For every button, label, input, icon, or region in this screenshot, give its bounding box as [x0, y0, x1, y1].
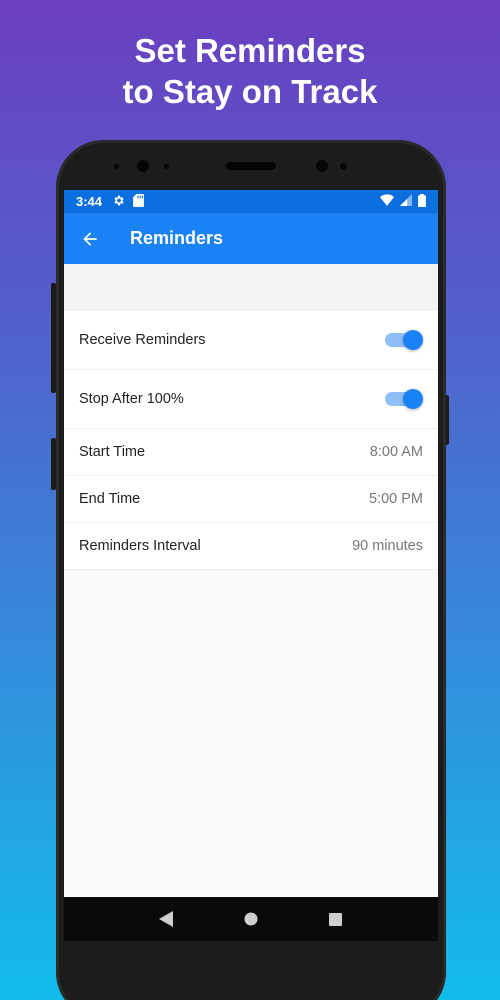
stop-after-row[interactable]: Stop After 100% [64, 370, 438, 429]
section-spacer [64, 264, 438, 311]
stop-after-toggle[interactable] [385, 389, 423, 409]
sensor-dot [164, 164, 169, 169]
back-triangle-icon[interactable] [154, 907, 178, 931]
promo-line-1: Set Reminders [134, 32, 366, 69]
sensor-dot [114, 164, 119, 169]
switch-thumb [403, 330, 423, 350]
start-time-label: Start Time [79, 444, 146, 460]
end-time-label: End Time [79, 491, 141, 507]
promo-line-2: to Stay on Track [122, 73, 378, 110]
settings-list: Receive Reminders Stop After 100% Start … [64, 311, 438, 570]
start-time-value: 8:00 AM [369, 444, 423, 460]
status-time: 3:44 [76, 194, 103, 209]
earpiece-speaker [226, 162, 276, 170]
recents-square-icon[interactable] [324, 907, 348, 931]
screen: 3:44 Reminders Receive Reminders Stop Af… [64, 190, 438, 897]
sensor-dot [340, 163, 347, 170]
proximity-sensor [316, 160, 328, 172]
wifi-icon [380, 194, 394, 209]
arrow-left-icon[interactable] [78, 227, 102, 251]
receive-reminders-label: Receive Reminders [79, 332, 206, 348]
phone-frame: 3:44 Reminders Receive Reminders Stop Af… [56, 140, 446, 1000]
stop-after-label: Stop After 100% [79, 391, 184, 407]
battery-icon [418, 193, 426, 210]
receive-reminders-row[interactable]: Receive Reminders [64, 311, 438, 370]
system-nav-bar [64, 897, 438, 941]
switch-thumb [403, 389, 423, 409]
front-camera [137, 160, 149, 172]
interval-value: 90 minutes [352, 538, 423, 554]
signal-icon [400, 194, 412, 209]
status-bar: 3:44 [64, 190, 438, 213]
start-time-row[interactable]: Start Time 8:00 AM [64, 429, 438, 476]
home-circle-icon[interactable] [239, 907, 263, 931]
page-title: Reminders [130, 228, 224, 248]
promo-headline: Set Reminders to Stay on Track [0, 30, 500, 112]
end-time-row[interactable]: End Time 5:00 PM [64, 476, 438, 523]
end-time-value: 5:00 PM [369, 491, 423, 507]
sd-card-icon [133, 193, 144, 210]
interval-label: Reminders Interval [79, 538, 201, 554]
gear-icon [112, 194, 125, 210]
app-bar: Reminders [64, 213, 438, 264]
receive-reminders-toggle[interactable] [385, 330, 423, 350]
interval-row[interactable]: Reminders Interval 90 minutes [64, 523, 438, 570]
